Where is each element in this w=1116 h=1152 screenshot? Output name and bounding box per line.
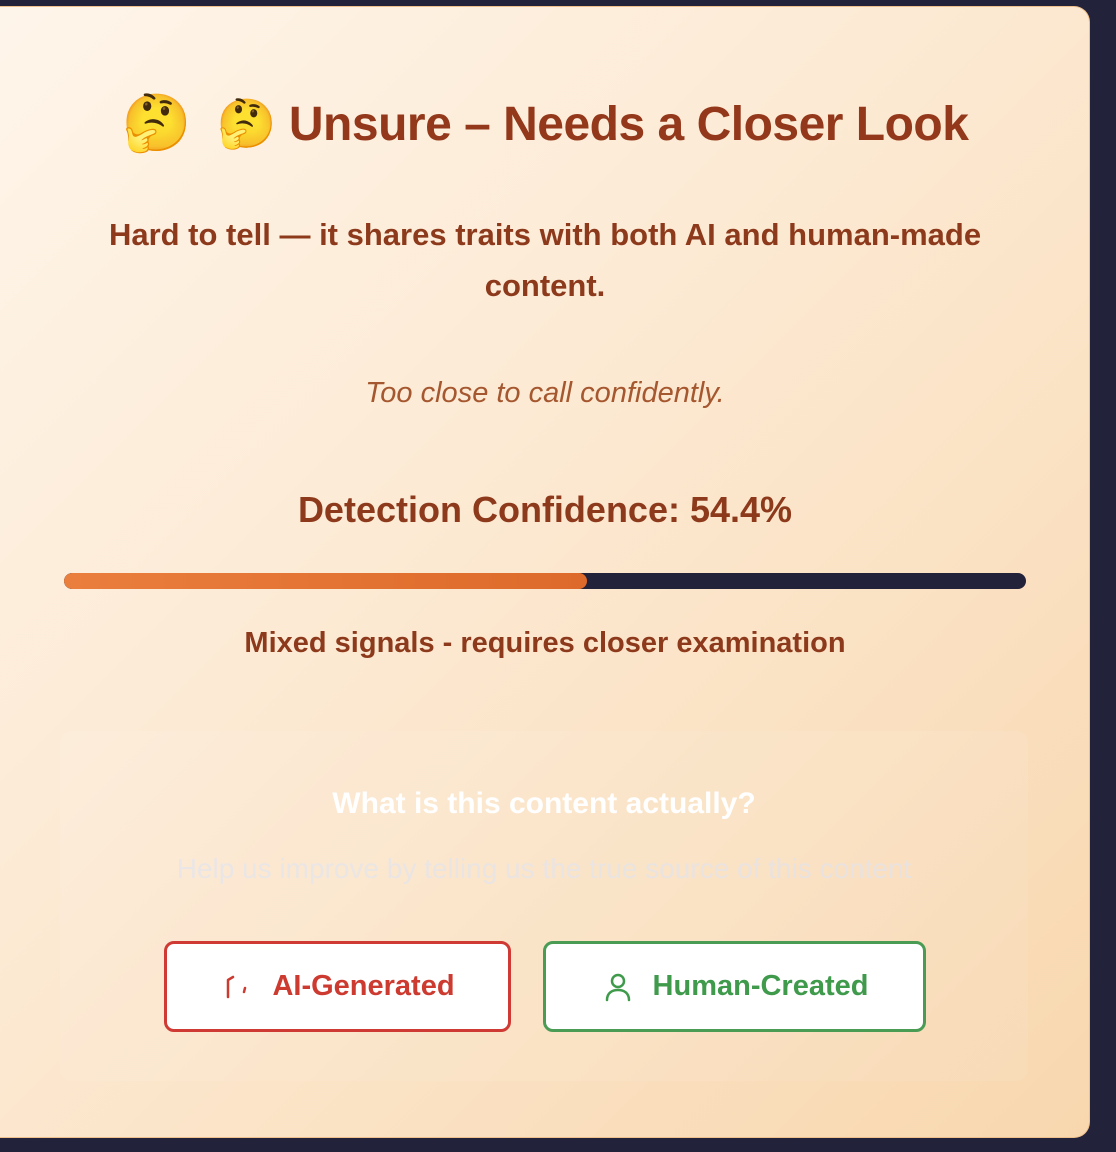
human-created-button[interactable]: Human-Created [543,941,926,1032]
feedback-panel: What is this content actually? Help us i… [60,731,1028,1081]
confidence-progress-fill [64,573,588,589]
confidence-progress-bar [64,573,1026,589]
ai-generated-button[interactable]: AI-Generated [164,941,511,1032]
ai-generated-button-label: AI-Generated [272,970,455,1002]
result-description: Hard to tell — it shares traits with bot… [108,217,982,303]
confidence-explanation: Mixed signals - requires closer examinat… [244,627,846,659]
result-note: Too close to call confidently. [365,377,725,409]
human-created-button-label: Human-Created [652,970,869,1002]
result-title-text: 🤔 Unsure – Needs a Closer Look [216,97,969,151]
result-title: 🤔 🤔 Unsure – Needs a Closer Look [0,87,1090,159]
detection-confidence-label: Detection Confidence: 54.4% [297,489,793,530]
thinking-face-icon: 🤔 [121,91,192,154]
user-icon [601,970,635,1004]
feedback-question: What is this content actually? [332,787,756,820]
ai-chip-icon [220,970,254,1004]
result-card: 🤔 🤔 Unsure – Needs a Closer Look Hard to… [0,6,1090,1138]
feedback-help-text: Help us improve by telling us the true s… [176,853,912,884]
